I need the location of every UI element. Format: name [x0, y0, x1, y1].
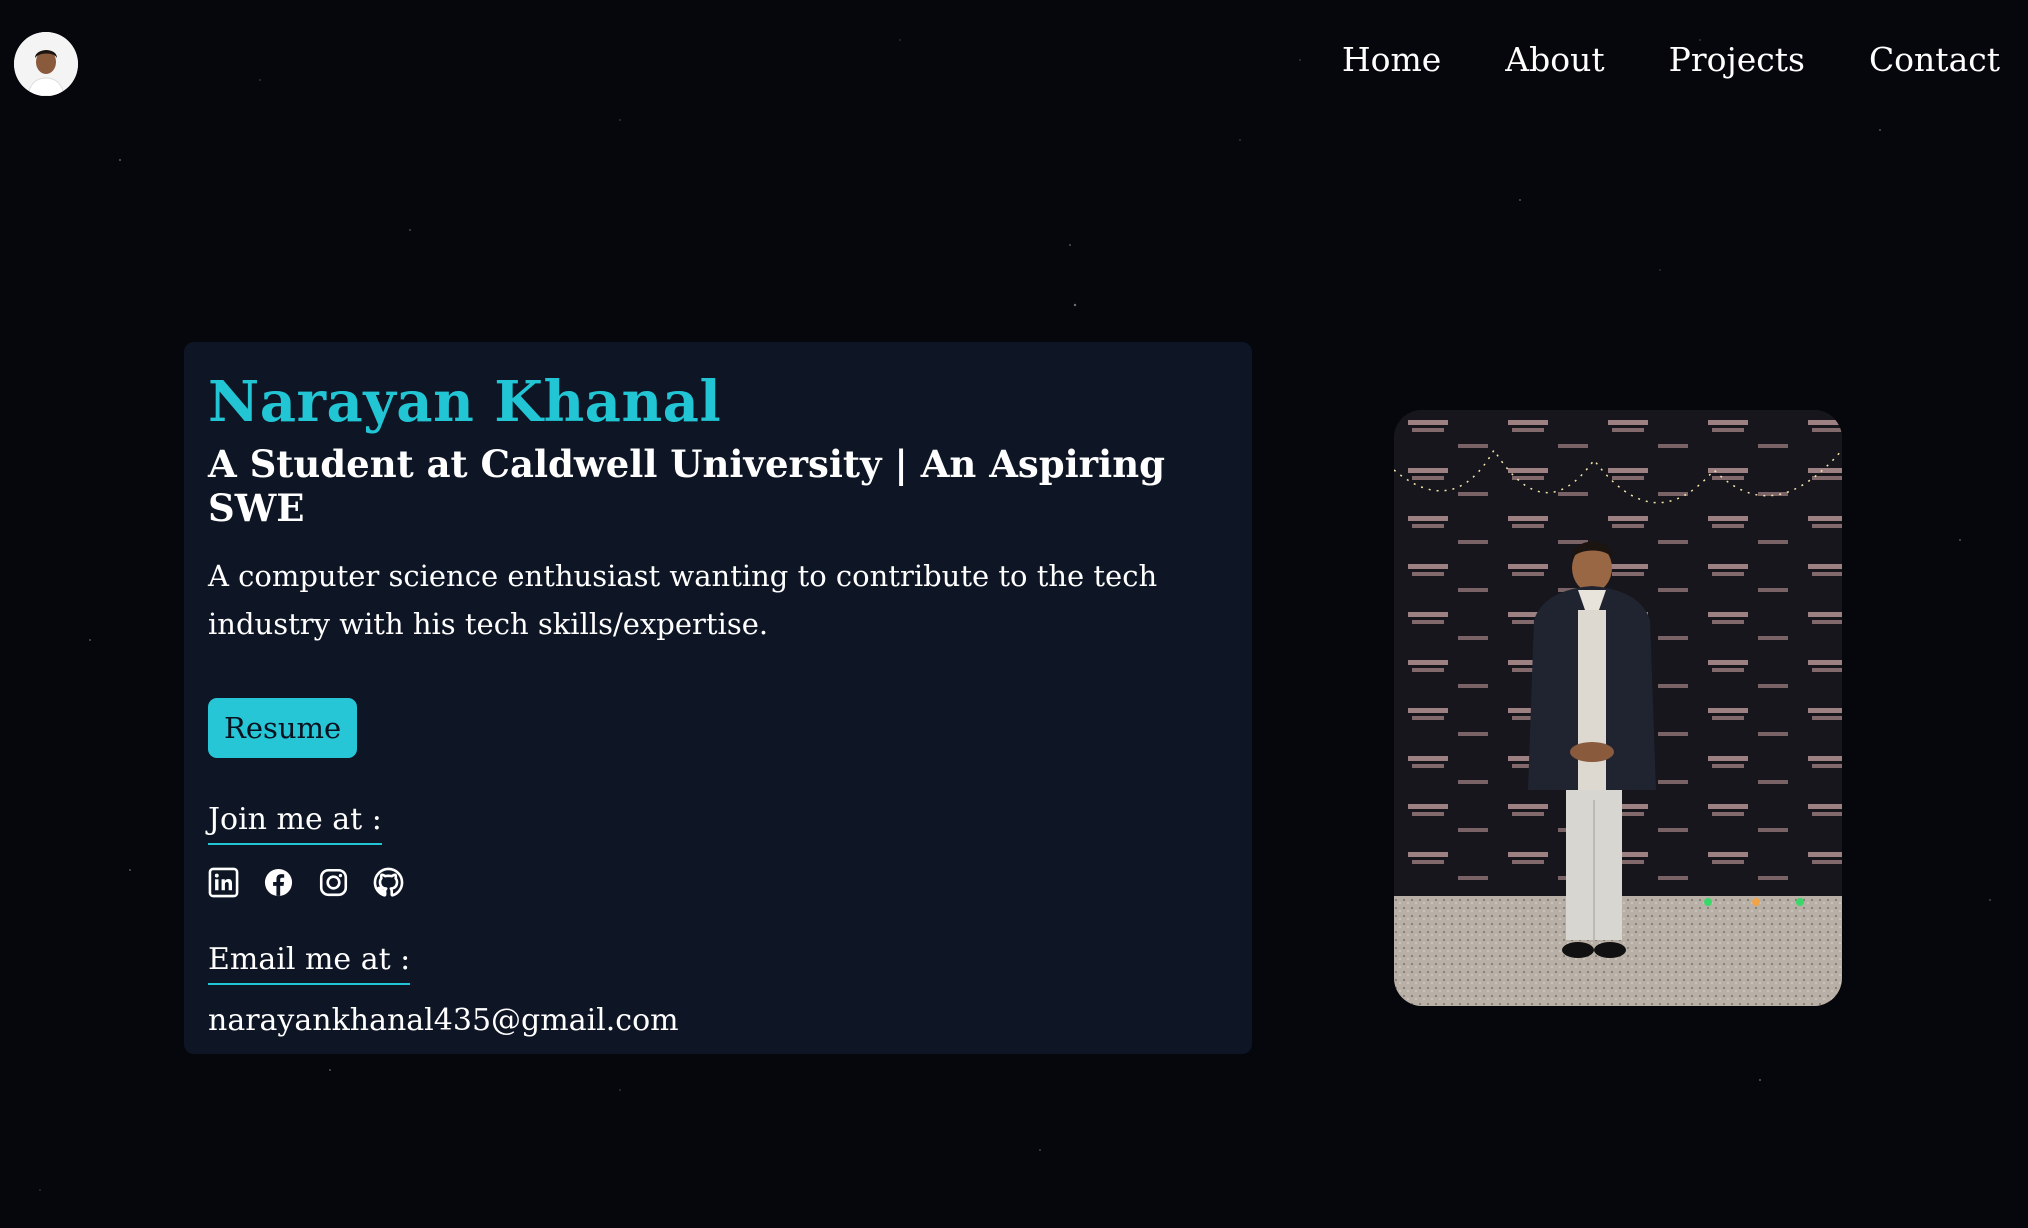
profile-avatar[interactable]	[14, 32, 78, 96]
nav-link-projects[interactable]: Projects	[1669, 40, 1805, 79]
avatar-image	[14, 32, 78, 96]
nav-links: Home About Projects Contact	[1342, 40, 2000, 79]
email-address[interactable]: narayankhanal435@gmail.com	[208, 1003, 1228, 1038]
nav-link-about[interactable]: About	[1505, 40, 1604, 79]
email-label: Email me at :	[208, 942, 411, 986]
profile-photo	[1394, 410, 1842, 1006]
hero-name: Narayan Khanal	[208, 369, 722, 435]
nav-link-home[interactable]: Home	[1342, 40, 1441, 79]
join-label: Join me at :	[208, 802, 382, 846]
facebook-icon[interactable]	[263, 867, 294, 898]
hero-description: A computer science enthusiast wanting to…	[208, 559, 1158, 642]
hero-subtitle: A Student at Caldwell University | An As…	[208, 441, 1165, 530]
github-icon[interactable]	[373, 867, 404, 898]
nav-link-contact[interactable]: Contact	[1869, 40, 2000, 79]
intro-card: Narayan Khanal A Student at Caldwell Uni…	[184, 342, 1252, 1054]
resume-button[interactable]: Resume	[208, 698, 358, 759]
linkedin-icon[interactable]	[208, 867, 239, 898]
instagram-icon[interactable]	[318, 867, 349, 898]
profile-photo-image	[1394, 410, 1842, 1006]
social-links	[208, 867, 1228, 898]
top-navbar: Home About Projects Contact	[0, 0, 2028, 128]
